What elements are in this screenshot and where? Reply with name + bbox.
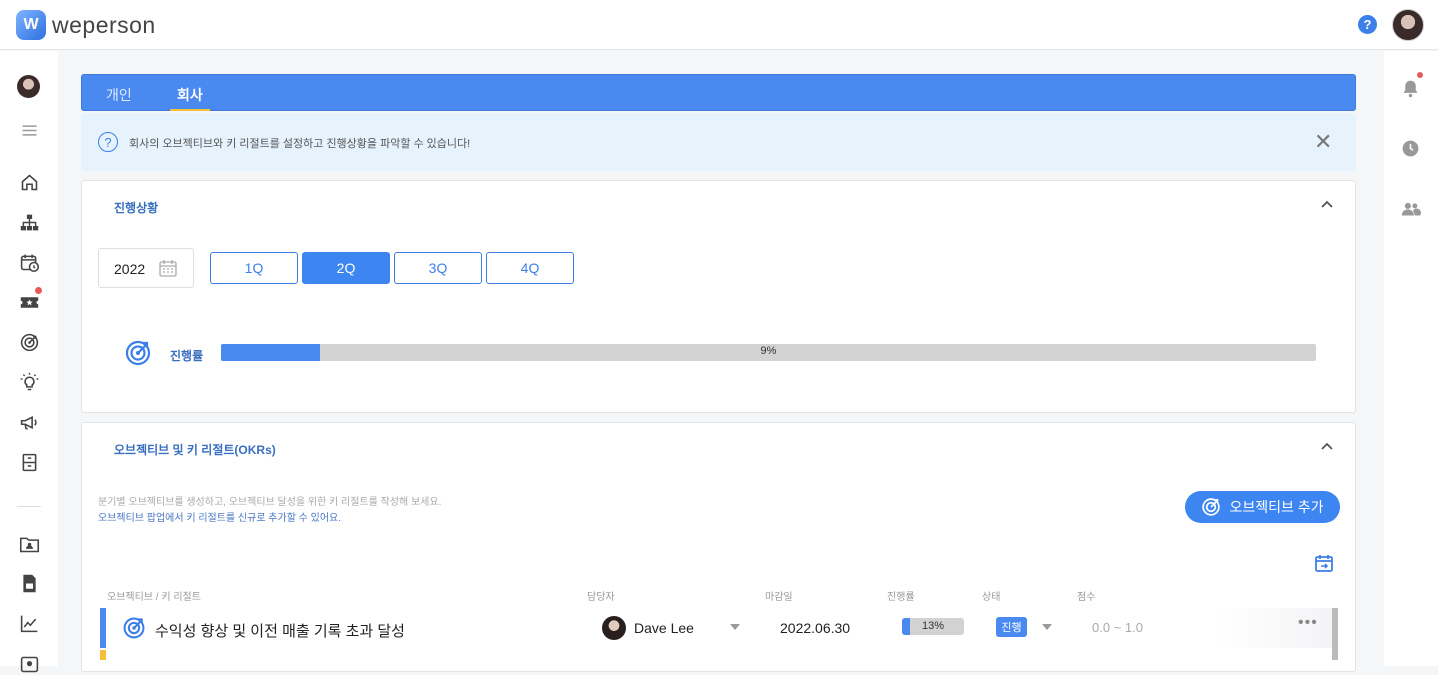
top-bar: W weperson ? [0,0,1438,50]
view-tabs: 개인 회사 [81,74,1356,111]
close-icon[interactable]: ✕ [1314,129,1332,155]
question-icon: ? [98,132,118,152]
profile-avatar[interactable] [1392,9,1424,41]
export-calendar-icon[interactable] [1314,553,1334,573]
megaphone-icon[interactable] [18,411,40,433]
bell-badge [1417,72,1423,78]
objective-title[interactable]: 수익성 향상 및 이전 매출 기록 초과 달성 [155,620,405,641]
chevron-up-icon[interactable] [1319,439,1335,455]
ticket-star-icon[interactable] [18,291,40,313]
tab-company[interactable]: 회사 [177,85,203,105]
progress-section-title: 진행상황 [114,201,159,215]
notification-dot [35,287,42,294]
document-id-icon[interactable] [18,572,40,594]
overall-progress-text: 9% [760,345,777,357]
lightbulb-icon[interactable] [18,371,40,393]
score-value: 0.0 ~ 1.0 [1092,620,1143,635]
progress-label: 진행률 [170,349,204,363]
table-row[interactable]: 수익성 향상 및 이전 매출 기록 초과 달성 Dave Lee 2022.06… [100,608,1340,660]
menu-icon[interactable] [18,119,40,141]
target-icon[interactable] [18,331,40,353]
row-progress-text: 13% [921,620,945,632]
tab-personal[interactable]: 개인 [106,85,132,105]
quarter-button-3q[interactable]: 3Q [394,252,482,284]
column-header-due[interactable]: 마감일 [765,588,793,603]
quarter-button-2q[interactable]: 2Q [302,252,390,284]
more-options-button[interactable]: ••• [1298,614,1318,632]
column-header-status[interactable]: 상태 [982,588,1000,603]
column-header-owner[interactable]: 담당자 [587,588,615,603]
help-icon[interactable]: ? [1358,15,1377,34]
left-sidebar [0,51,58,672]
active-tab-indicator [170,109,210,111]
home-icon[interactable] [18,171,40,193]
add-objective-button[interactable]: 오브젝티브 추가 [1185,491,1340,523]
okr-description: 분기별 오브젝티브를 생성하고, 오브젝티브 달성을 위한 키 리절트를 작성해… [98,497,442,508]
app-logo[interactable]: W weperson [16,10,156,40]
target-icon [1202,498,1221,516]
column-header-score[interactable]: 점수 [1077,588,1095,603]
owner-avatar [602,616,626,640]
row-scroll-indicator [1332,608,1338,660]
quarter-button-1q[interactable]: 1Q [210,252,298,284]
objective-target-icon [123,617,145,639]
logo-icon: W [16,10,46,40]
next-row-color-marker [100,650,106,660]
folder-user-icon[interactable] [18,533,40,555]
clock-icon[interactable] [1399,137,1421,159]
row-color-marker [100,608,106,648]
right-rail [1384,51,1438,666]
calendar-icon [159,260,177,277]
row-progress-bar: 13% [902,618,964,635]
column-header-progress[interactable]: 진행률 [887,588,915,603]
contact-card-icon[interactable] [18,653,40,675]
people-icon[interactable] [1399,197,1421,219]
status-dropdown-caret[interactable] [1042,624,1052,630]
target-progress-icon [125,340,151,366]
column-header-objective[interactable]: 오브젝티브 / 키 리절트 [107,588,201,603]
chart-line-icon[interactable] [18,612,40,634]
sidebar-divider [17,506,41,507]
due-date: 2022.06.30 [780,620,851,636]
sidebar-avatar[interactable] [17,75,40,98]
info-banner: ? 회사의 오브젝티브와 키 리절트를 설정하고 진행상황을 파악할 수 있습니… [81,113,1356,171]
quarter-button-4q[interactable]: 4Q [486,252,574,284]
chevron-up-icon[interactable] [1319,197,1335,213]
overall-progress-bar: 9% [221,344,1316,361]
year-picker[interactable]: 2022 [98,248,194,288]
okr-hint: 오브젝티브 팝업에서 키 리절트를 신규로 추가할 수 있어요. [98,513,342,524]
bell-icon[interactable] [1399,77,1421,99]
app-name: weperson [52,11,156,38]
calendar-clock-icon[interactable] [18,251,40,273]
row-actions-area [1216,608,1338,648]
org-chart-icon[interactable] [18,211,40,233]
owner-dropdown-caret[interactable] [730,624,740,630]
cabinet-icon[interactable] [18,451,40,473]
year-value: 2022 [114,261,146,277]
okr-card: 오브젝티브 및 키 리절트(OKRs) 분기별 오브젝티브를 생성하고, 오브젝… [81,422,1356,672]
status-badge[interactable]: 진행 [996,617,1027,637]
progress-card: 진행상황 2022 1Q 2Q 3Q 4Q 진행률 9% [81,180,1356,413]
banner-text: 회사의 오브젝티브와 키 리절트를 설정하고 진행상황을 파악할 수 있습니다! [129,138,471,150]
okr-section-title: 오브젝티브 및 키 리절트(OKRs) [114,443,276,457]
add-objective-label: 오브젝티브 추가 [1229,499,1324,515]
owner-name: Dave Lee [634,620,694,636]
